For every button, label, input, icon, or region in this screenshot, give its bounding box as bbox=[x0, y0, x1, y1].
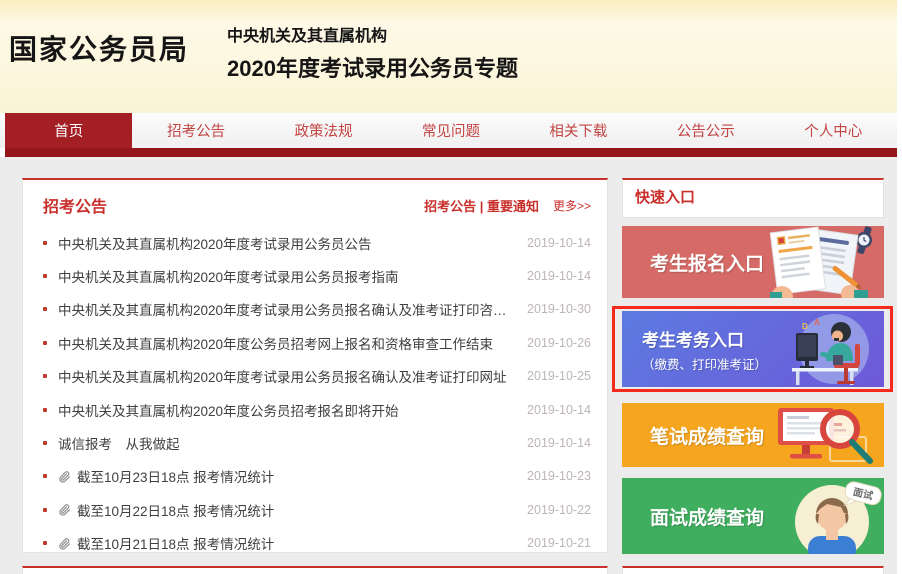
tab-policies[interactable]: 政策法规 bbox=[260, 113, 387, 148]
announcements-header: 招考公告 招考公告 | 重要通知 更多>> bbox=[23, 180, 607, 223]
announcement-date: 2019-10-14 bbox=[527, 403, 591, 417]
announcement-link[interactable]: 截至10月23日18点 报考情况统计 bbox=[77, 466, 515, 486]
nav-underline-bar bbox=[5, 148, 897, 157]
list-item: 中央机关及其直属机构2020年度考试录用公务员报考指南 2019-10-14 bbox=[23, 259, 607, 292]
list-item: 中央机关及其直属机构2020年度考试录用公务员公告 2019-10-14 bbox=[23, 226, 607, 259]
bullet-icon bbox=[43, 541, 47, 545]
site-subtitle: 中央机关及其直属机构 2020年度考试录用公务员专题 bbox=[227, 22, 518, 83]
quick-entry-column: 快速入口 考生报名入口 bbox=[622, 178, 884, 554]
list-item: 中央机关及其直属机构2020年度考试录用公务员报名确认及准考证打印网址 2019… bbox=[23, 360, 607, 393]
banner-sublabel: （缴费、打印准考证） bbox=[642, 354, 767, 373]
subtitle-line2: 2020年度考试录用公务员专题 bbox=[227, 51, 518, 83]
content-area: 招考公告 招考公告 | 重要通知 更多>> 中央机关及其直属机构2020年度考试… bbox=[0, 157, 897, 574]
next-panel-stub-right bbox=[622, 566, 884, 574]
announcement-link[interactable]: 诚信报考 从我做起 bbox=[58, 433, 515, 453]
list-item: 中央机关及其直属机构2020年度公务员招考网上报名和资格审查工作结束 2019-… bbox=[23, 326, 607, 359]
interview-score-query-button[interactable]: 面试成绩查询 面试 bbox=[622, 478, 884, 554]
announcement-link[interactable]: 中央机关及其直属机构2020年度考试录用公务员报名确认及准考证打印网址 bbox=[58, 366, 515, 386]
announcement-date: 2019-10-14 bbox=[527, 436, 591, 450]
tab-home[interactable]: 首页 bbox=[5, 113, 132, 148]
announcement-link[interactable]: 截至10月21日18点 报考情况统计 bbox=[77, 533, 515, 553]
highlighted-banner-wrapper: 考生考务入口 （缴费、打印准考证） D A B bbox=[622, 311, 884, 387]
svg-text:A: A bbox=[814, 318, 820, 327]
announcement-date: 2019-10-22 bbox=[527, 503, 591, 517]
bullet-icon bbox=[43, 307, 47, 311]
announcement-link[interactable]: 中央机关及其直属机构2020年度考试录用公务员报考指南 bbox=[58, 266, 515, 286]
tab-public-notices[interactable]: 公告公示 bbox=[642, 113, 769, 148]
announcement-link[interactable]: 截至10月22日18点 报考情况统计 bbox=[77, 500, 515, 520]
subtitle-line1: 中央机关及其直属机构 bbox=[227, 22, 518, 46]
announcement-link[interactable]: 中央机关及其直属机构2020年度公务员招考网上报名和资格审查工作结束 bbox=[58, 333, 515, 353]
list-item: 中央机关及其直属机构2020年度公务员招考报名即将开始 2019-10-14 bbox=[23, 393, 607, 426]
list-item: 诚信报考 从我做起 2019-10-14 bbox=[23, 426, 607, 459]
bullet-icon bbox=[43, 241, 47, 245]
main-nav: 首页 招考公告 政策法规 常见问题 相关下载 公告公示 个人中心 bbox=[0, 113, 897, 148]
announcement-link[interactable]: 中央机关及其直属机构2020年度考试录用公务员公告 bbox=[58, 233, 515, 253]
tab-downloads[interactable]: 相关下载 bbox=[515, 113, 642, 148]
bullet-icon bbox=[43, 408, 47, 412]
bullet-icon bbox=[43, 341, 47, 345]
announcements-tab-links[interactable]: 招考公告 | 重要通知 bbox=[424, 196, 539, 215]
page: 国家公务员局 中央机关及其直属机构 2020年度考试录用公务员专题 首页 招考公… bbox=[0, 0, 897, 574]
paperclip-icon bbox=[58, 470, 71, 483]
bullet-icon bbox=[43, 441, 47, 445]
candidate-exam-affairs-entry-button[interactable]: 考生考务入口 （缴费、打印准考证） D A B bbox=[622, 311, 884, 387]
announcement-date: 2019-10-25 bbox=[527, 369, 591, 383]
svg-text:D: D bbox=[802, 322, 808, 331]
bullet-icon bbox=[43, 374, 47, 378]
announcement-date: 2019-10-14 bbox=[527, 269, 591, 283]
site-header: 国家公务员局 中央机关及其直属机构 2020年度考试录用公务员专题 bbox=[0, 0, 897, 113]
tab-faq[interactable]: 常见问题 bbox=[387, 113, 514, 148]
candidate-registration-entry-button[interactable]: 考生报名入口 bbox=[622, 226, 884, 298]
announcement-date: 2019-10-21 bbox=[527, 536, 591, 550]
announcement-link[interactable]: 中央机关及其直属机构2020年度考试录用公务员报名确认及准考证打印咨询电话 bbox=[58, 299, 515, 319]
announcement-date: 2019-10-26 bbox=[527, 336, 591, 350]
paperclip-icon bbox=[58, 537, 71, 550]
announcements-panel: 招考公告 招考公告 | 重要通知 更多>> 中央机关及其直属机构2020年度考试… bbox=[22, 178, 608, 553]
tab-announcements[interactable]: 招考公告 bbox=[132, 113, 259, 148]
list-item: 截至10月21日18点 报考情况统计 2019-10-21 bbox=[23, 527, 607, 553]
person-at-computer-illustration-icon: D A B bbox=[734, 311, 884, 387]
bullet-icon bbox=[43, 508, 47, 512]
announcement-date: 2019-10-30 bbox=[527, 302, 591, 316]
site-logo: 国家公务员局 bbox=[9, 28, 189, 68]
list-item: 截至10月22日18点 报考情况统计 2019-10-22 bbox=[23, 493, 607, 526]
paperclip-icon bbox=[58, 503, 71, 516]
announcement-link[interactable]: 中央机关及其直属机构2020年度公务员招考报名即将开始 bbox=[58, 400, 515, 420]
announcement-list: 中央机关及其直属机构2020年度考试录用公务员公告 2019-10-14 中央机… bbox=[23, 223, 607, 553]
quick-entry-title: 快速入口 bbox=[622, 178, 884, 218]
tab-personal-center[interactable]: 个人中心 bbox=[770, 113, 897, 148]
more-link[interactable]: 更多>> bbox=[553, 197, 591, 214]
bullet-icon bbox=[43, 274, 47, 278]
list-item: 中央机关及其直属机构2020年度考试录用公务员报名确认及准考证打印咨询电话 20… bbox=[23, 293, 607, 326]
bullet-icon bbox=[43, 474, 47, 478]
announcement-date: 2019-10-14 bbox=[527, 236, 591, 250]
announcement-date: 2019-10-23 bbox=[527, 469, 591, 483]
next-panel-stub-left bbox=[22, 566, 608, 574]
panel-title: 招考公告 bbox=[43, 193, 107, 217]
list-item: 截至10月23日18点 报考情况统计 2019-10-23 bbox=[23, 460, 607, 493]
written-exam-score-query-button[interactable]: 笔试成绩查询 bbox=[622, 403, 884, 467]
